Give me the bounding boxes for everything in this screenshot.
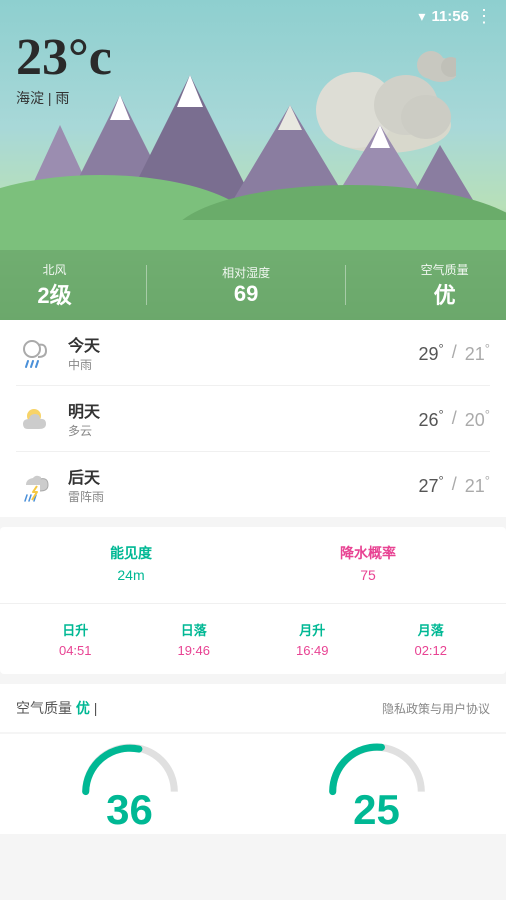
dayafter-high: 27° <box>419 473 444 497</box>
today-low: 21° <box>465 341 490 365</box>
gauge-section: 36 25 <box>0 734 506 834</box>
today-temps: 29° / 21° <box>419 341 490 365</box>
air-quality-section: 空气质量 优 | 隐私政策与用户协议 <box>0 684 506 732</box>
temperature-overlay: 23°c 海淀 | 雨 <box>16 32 112 108</box>
visibility-value: 24m <box>110 567 152 583</box>
tomorrow-high: 26° <box>419 407 444 431</box>
gauge-right: 25 <box>263 734 490 834</box>
wind-stat: 北风 2级 <box>37 261 71 310</box>
precipitation-item: 降水概率 75 <box>340 543 396 583</box>
gauge-left-value: 36 <box>106 786 153 834</box>
gauge-right-value: 25 <box>353 786 400 834</box>
humidity-label: 相对湿度 <box>222 264 270 281</box>
sunrise-label: 日升 <box>16 620 135 639</box>
today-high: 29° <box>419 341 444 365</box>
tomorrow-name: 明天 <box>68 398 419 422</box>
today-weather-icon <box>16 333 56 373</box>
tomorrow-temps: 26° / 20° <box>419 407 490 431</box>
air-quality-label: 空气质量 <box>421 261 469 278</box>
dayafter-temps: 27° / 21° <box>419 473 490 497</box>
table-row: 今天 中雨 29° / 21° <box>16 320 490 386</box>
wind-value: 2级 <box>37 278 71 310</box>
dayafter-condition: 雷阵雨 <box>68 488 419 505</box>
air-quality-stat: 空气质量 优 <box>421 261 469 310</box>
humidity-stat: 相对湿度 69 <box>222 264 270 307</box>
dayafter-name: 后天 <box>68 464 419 488</box>
dayafter-low: 21° <box>465 473 490 497</box>
location-condition: 海淀 | 雨 <box>16 88 112 108</box>
dayafter-weather-icon <box>16 465 56 505</box>
temp-separator: / <box>452 342 457 363</box>
visibility-label: 能见度 <box>110 543 152 563</box>
moonset-item: 月落 02:12 <box>372 620 491 658</box>
precipitation-label: 降水概率 <box>340 543 396 563</box>
gauge-left: 36 <box>16 734 243 834</box>
today-name: 今天 <box>68 332 419 356</box>
moonset-label: 月落 <box>372 620 491 639</box>
wind-label: 北风 <box>37 261 71 278</box>
moonrise-value: 16:49 <box>253 643 372 658</box>
details-card: 能见度 24m 降水概率 75 日升 04:51 日落 19:46 月升 16:… <box>0 527 506 674</box>
details-bottom-row: 日升 04:51 日落 19:46 月升 16:49 月落 02:12 <box>16 620 490 658</box>
visibility-item: 能见度 24m <box>110 543 152 583</box>
tomorrow-info: 明天 多云 <box>68 398 419 439</box>
moonset-value: 02:12 <box>372 643 491 658</box>
sunrise-item: 日升 04:51 <box>16 620 135 658</box>
sunset-value: 19:46 <box>135 643 254 658</box>
stat-divider-1 <box>146 265 147 305</box>
privacy-policy-link[interactable]: 隐私政策与用户协议 <box>382 700 490 717</box>
status-bar: ▾ 11:56 ⋮ <box>0 0 506 32</box>
stats-bar: 北风 2级 相对湿度 69 空气质量 优 <box>0 250 506 320</box>
dayafter-info: 后天 雷阵雨 <box>68 464 419 505</box>
details-divider <box>0 603 506 604</box>
moonrise-label: 月升 <box>253 620 372 639</box>
air-quality-badge: 优 <box>76 700 90 716</box>
weather-hero: 23°c 海淀 | 雨 北风 2级 相对湿度 69 空气质量 优 <box>0 0 506 320</box>
tomorrow-condition: 多云 <box>68 422 419 439</box>
sunset-item: 日落 19:46 <box>135 620 254 658</box>
stat-divider-2 <box>345 265 346 305</box>
clock: 11:56 <box>431 8 469 25</box>
details-top-row: 能见度 24m 降水概率 75 <box>16 543 490 583</box>
table-row: 后天 雷阵雨 27° / 21° <box>16 452 490 517</box>
sunset-label: 日落 <box>135 620 254 639</box>
wifi-icon: ▾ <box>418 8 425 25</box>
air-quality-left: 空气质量 优 | <box>16 698 97 718</box>
humidity-value: 69 <box>222 281 270 307</box>
sunrise-value: 04:51 <box>16 643 135 658</box>
today-info: 今天 中雨 <box>68 332 419 373</box>
air-quality-value: 优 <box>421 278 469 310</box>
temperature-display: 23°c <box>16 32 112 84</box>
tomorrow-low: 20° <box>465 407 490 431</box>
moonrise-item: 月升 16:49 <box>253 620 372 658</box>
forecast-section: 今天 中雨 29° / 21° 明天 多云 26° / 20° <box>0 320 506 517</box>
tomorrow-weather-icon <box>16 399 56 439</box>
today-condition: 中雨 <box>68 356 419 373</box>
table-row: 明天 多云 26° / 20° <box>16 386 490 452</box>
more-menu-icon[interactable]: ⋮ <box>475 6 494 27</box>
precipitation-value: 75 <box>340 567 396 583</box>
